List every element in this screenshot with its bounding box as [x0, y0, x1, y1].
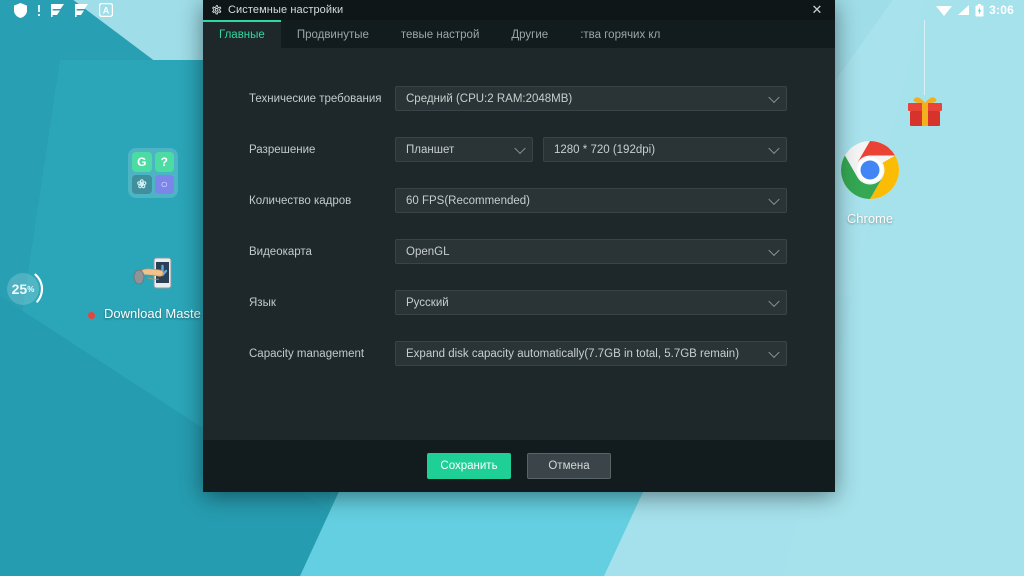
tab-network[interactable]: тевые настрой [385, 20, 495, 48]
gift-string [924, 20, 925, 95]
select-framerate[interactable]: 60 FPS(Recommended) [395, 188, 787, 213]
camera-app-icon[interactable]: ○ [154, 174, 174, 194]
help-app-icon[interactable]: ? [154, 152, 174, 172]
close-icon[interactable]: ✕ [808, 0, 826, 20]
chrome-shortcut[interactable]: Chrome [840, 140, 900, 226]
label-performance: Технические требования [249, 92, 382, 105]
row-framerate: Количество кадров 60 FPS(Recommended) [203, 188, 835, 213]
dialog-titlebar: Системные настройки ✕ [203, 0, 835, 20]
row-resolution: Разрешение Планшет 1280 * 720 (192dpi) [203, 137, 835, 162]
select-graphics[interactable]: OpenGL [395, 239, 787, 264]
google-app-icon[interactable]: G [132, 152, 152, 172]
chevron-down-icon [514, 142, 526, 154]
tab-main[interactable]: Главные [203, 20, 281, 48]
chevron-down-icon [768, 244, 780, 256]
cancel-button[interactable]: Отмена [527, 453, 611, 479]
select-graphics-value: OpenGL [406, 245, 450, 258]
select-device-type[interactable]: Планшет [395, 137, 533, 162]
fields-resolution: Планшет 1280 * 720 (192dpi) [395, 137, 835, 162]
progress-value: 25 [11, 281, 28, 297]
dialog-title: Системные настройки [228, 4, 344, 16]
row-graphics: Видеокарта OpenGL [203, 239, 835, 264]
system-settings-dialog: Системные настройки ✕ Главные Продвинуты… [203, 0, 835, 492]
label-capacity: Capacity management [249, 347, 365, 360]
label-graphics: Видеокарта [249, 245, 312, 258]
select-performance[interactable]: Средний (CPU:2 RAM:2048MB) [395, 86, 787, 111]
label-resolution: Разрешение [249, 143, 316, 156]
select-language-value: Русский [406, 296, 449, 309]
chevron-down-icon [768, 91, 780, 103]
select-performance-value: Средний (CPU:2 RAM:2048MB) [406, 92, 573, 105]
select-framerate-value: 60 FPS(Recommended) [406, 194, 530, 207]
app-folder[interactable]: G ? ❀ ○ [128, 148, 178, 198]
fields-performance: Средний (CPU:2 RAM:2048MB) [395, 86, 835, 111]
chevron-down-icon [768, 142, 780, 154]
label-language: Язык [249, 296, 276, 309]
select-resolution[interactable]: 1280 * 720 (192dpi) [543, 137, 787, 162]
chevron-down-icon [768, 346, 780, 358]
select-capacity[interactable]: Expand disk capacity automatically(7.7GB… [395, 341, 787, 366]
tab-advanced[interactable]: Продвинутые [281, 20, 385, 48]
progress-unit: % [27, 284, 35, 294]
browser-app-icon[interactable]: ❀ [132, 174, 152, 194]
chevron-down-icon [768, 193, 780, 205]
tab-other[interactable]: Другие [495, 20, 564, 48]
chrome-label: Chrome [846, 211, 894, 226]
gear-icon [212, 4, 222, 14]
download-master-icon[interactable] [130, 250, 180, 300]
select-language[interactable]: Русский [395, 290, 787, 315]
chrome-icon[interactable] [840, 140, 900, 200]
save-button[interactable]: Сохранить [427, 453, 511, 479]
row-capacity: Capacity management Expand disk capacity… [203, 341, 835, 366]
dialog-footer: Сохранить Отмена [203, 440, 835, 492]
gift-box-icon[interactable] [906, 92, 944, 128]
row-language: Язык Русский [203, 290, 835, 315]
settings-form: Технические требования Средний (CPU:2 RA… [203, 48, 835, 440]
select-capacity-value: Expand disk capacity automatically(7.7GB… [406, 347, 740, 360]
label-framerate: Количество кадров [249, 194, 352, 207]
fields-graphics: OpenGL [395, 239, 835, 264]
download-master-badge [88, 312, 95, 319]
chevron-down-icon [768, 295, 780, 307]
progress-percent: 25% [2, 268, 44, 310]
row-performance: Технические требования Средний (CPU:2 RA… [203, 86, 835, 111]
dialog-tabbar: Главные Продвинутые тевые настрой Другие… [203, 20, 835, 48]
fields-language: Русский [395, 290, 835, 315]
tab-hotkeys[interactable]: :тва горячих кл [564, 20, 676, 48]
select-device-type-value: Планшет [406, 143, 455, 156]
fields-framerate: 60 FPS(Recommended) [395, 188, 835, 213]
download-progress-badge[interactable]: 25% [2, 268, 44, 310]
fields-capacity: Expand disk capacity automatically(7.7GB… [395, 341, 835, 366]
select-resolution-value: 1280 * 720 (192dpi) [554, 143, 656, 156]
download-master-label: Download Maste [104, 306, 201, 321]
